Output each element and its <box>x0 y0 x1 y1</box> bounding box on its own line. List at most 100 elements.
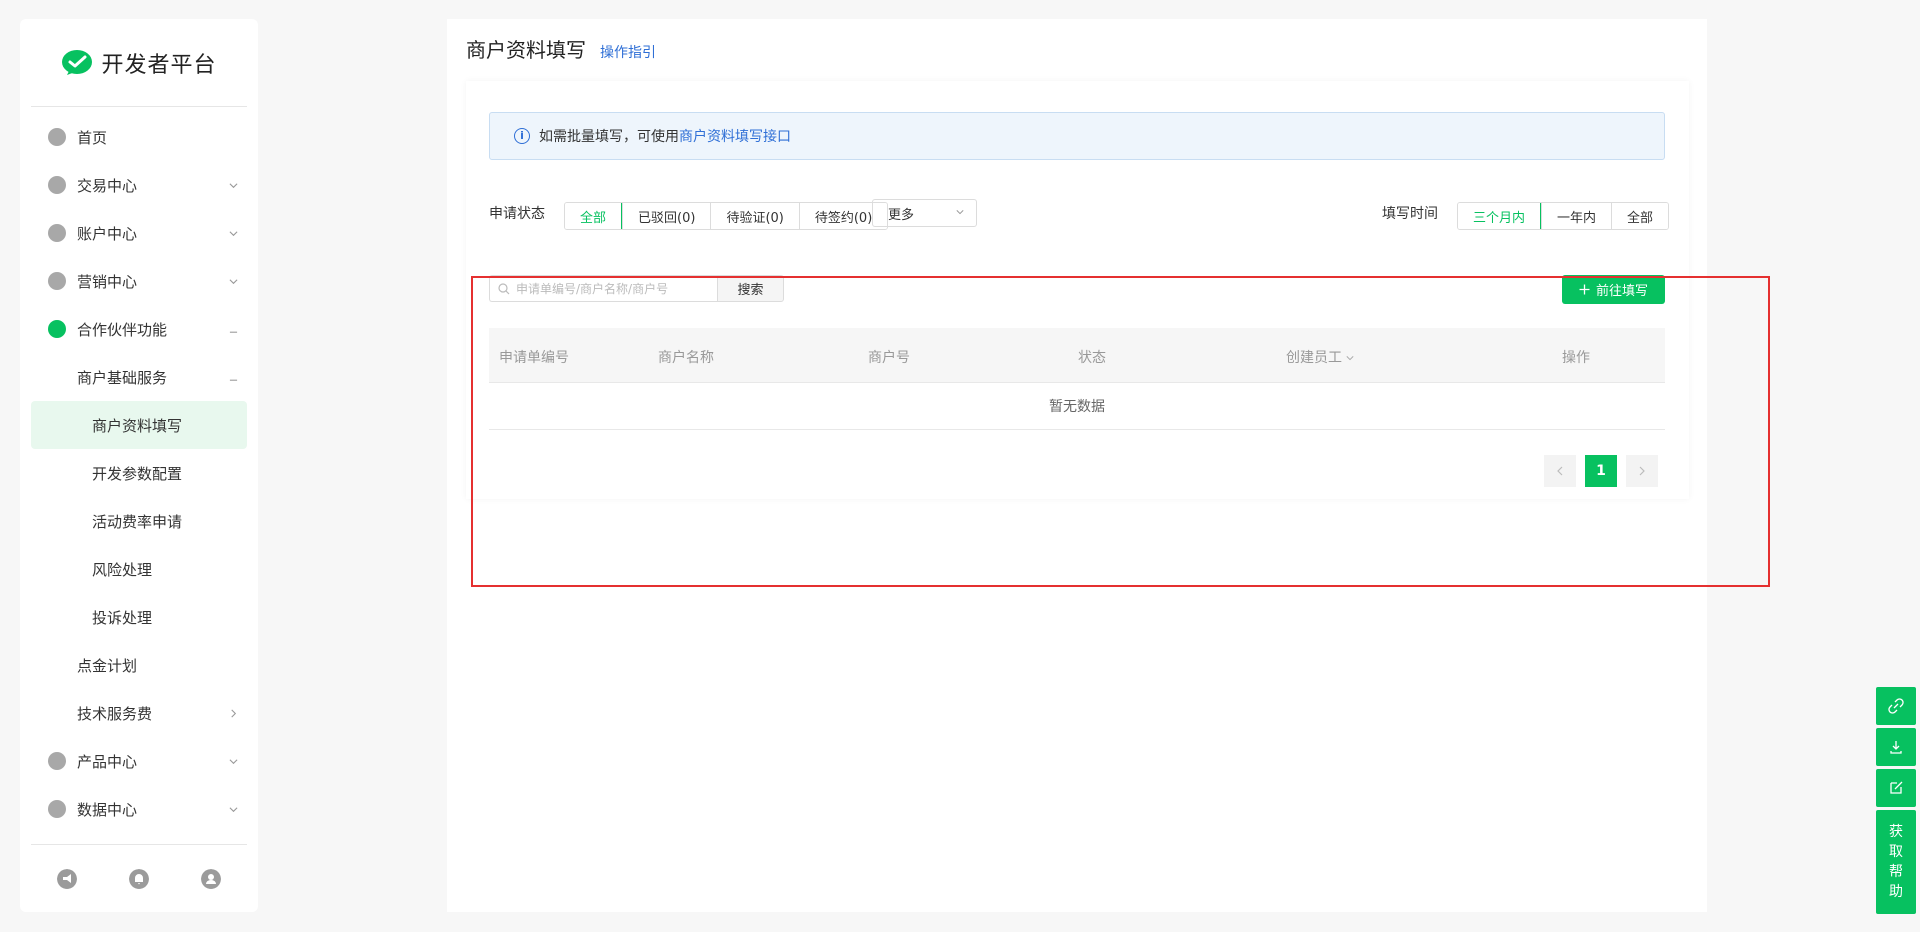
sidebar-item-label: 投诉处理 <box>92 608 153 627</box>
sidebar-item-trade-center[interactable]: 交易中心 <box>20 161 258 209</box>
more-select-label: 更多 <box>888 207 915 223</box>
empty-state: 暂无数据 <box>489 383 1665 430</box>
sidebar-item-merchant-basic-services[interactable]: 商户基础服务 <box>20 353 258 401</box>
collapse-icon <box>229 379 238 381</box>
floating-toolbar: 获 取 帮 助 <box>1876 687 1916 914</box>
partner-icon <box>48 320 66 338</box>
sidebar-item-marketing-center[interactable]: 营销中心 <box>20 257 258 305</box>
column-header: 商户名称 <box>658 350 714 366</box>
sidebar-item-label: 产品中心 <box>77 752 138 771</box>
sidebar-footer <box>31 844 247 912</box>
sidebar-item-label: 活动费率申请 <box>92 512 183 531</box>
help-char: 取 <box>1889 844 1903 860</box>
sidebar-item-dev-params[interactable]: 开发参数配置 <box>20 449 258 497</box>
column-header-label: 创建员工 <box>1286 350 1342 366</box>
sidebar-item-complaint-handling[interactable]: 投诉处理 <box>20 593 258 641</box>
sidebar-item-label: 商户基础服务 <box>77 368 168 387</box>
brand[interactable]: 开发者平台 <box>31 19 247 107</box>
prev-page-button[interactable] <box>1544 455 1576 487</box>
sidebar-item-label: 合作伙伴功能 <box>77 320 168 339</box>
column-header: 商户号 <box>868 350 910 366</box>
main-content: 商户资料填写 操作指引 i 如需批量填写，可使用 商户资料填写接口 申请状态 全… <box>447 19 1707 912</box>
link-button[interactable] <box>1876 687 1916 725</box>
help-char: 助 <box>1889 884 1903 900</box>
column-header: 申请单编号 <box>499 350 569 366</box>
megaphone-icon[interactable] <box>57 868 77 889</box>
sidebar-item-product-center[interactable]: 产品中心 <box>20 737 258 785</box>
search-icon <box>498 282 510 294</box>
sidebar-item-label: 开发参数配置 <box>92 464 183 483</box>
time-filter-three-months[interactable]: 三个月内 <box>1458 203 1542 229</box>
sidebar-item-tech-service-fee[interactable]: 技术服务费 <box>20 689 258 737</box>
help-char: 帮 <box>1889 864 1903 880</box>
sidebar-item-activity-rate[interactable]: 活动费率申请 <box>20 497 258 545</box>
time-filter-one-year[interactable]: 一年内 <box>1541 203 1612 229</box>
sidebar-item-gold-plan[interactable]: 点金计划 <box>20 641 258 689</box>
more-status-select[interactable]: 更多 <box>872 199 977 227</box>
sidebar-item-account-center[interactable]: 账户中心 <box>20 209 258 257</box>
edit-button[interactable] <box>1876 769 1916 807</box>
chevron-down-icon <box>229 278 238 284</box>
chevron-down-icon <box>1346 356 1354 361</box>
page-button-current[interactable]: 1 <box>1585 455 1617 487</box>
account-icon <box>48 224 66 242</box>
edit-icon <box>1890 781 1903 794</box>
status-filter-pending-verify[interactable]: 待验证(0) <box>710 203 799 229</box>
status-filter-label: 申请状态 <box>489 206 545 222</box>
sidebar-nav: 首页 交易中心 账户中心 营销中心 合作伙伴功能 商户基础服务 商户资料填写 开… <box>20 107 258 833</box>
sidebar-item-merchant-info-fill[interactable]: 商户资料填写 <box>31 401 247 449</box>
user-icon[interactable] <box>201 868 221 889</box>
sidebar-item-label: 风险处理 <box>92 560 153 579</box>
page-title: 商户资料填写 <box>466 38 586 62</box>
collapse-icon <box>229 331 238 333</box>
status-filter-all[interactable]: 全部 <box>565 203 623 229</box>
table-header: 申请单编号 商户名称 商户号 状态 创建员工 操作 <box>489 328 1665 383</box>
home-icon <box>48 128 66 146</box>
sidebar-item-label: 技术服务费 <box>77 704 153 723</box>
brand-name: 开发者平台 <box>101 52 217 78</box>
batch-notice: i 如需批量填写，可使用 商户资料填写接口 <box>489 112 1665 160</box>
chevron-down-icon <box>229 230 238 236</box>
sidebar-item-data-center[interactable]: 数据中心 <box>20 785 258 833</box>
plus-icon <box>1579 284 1590 295</box>
go-fill-button[interactable]: 前往填写 <box>1562 275 1665 304</box>
search-input[interactable] <box>516 281 716 296</box>
download-button[interactable] <box>1876 728 1916 766</box>
operation-guide-link[interactable]: 操作指引 <box>600 42 656 62</box>
chevron-down-icon <box>956 210 964 215</box>
search-field <box>489 275 717 302</box>
info-icon: i <box>514 128 530 144</box>
trade-icon <box>48 176 66 194</box>
search-button[interactable]: 搜索 <box>717 275 784 302</box>
product-icon <box>48 752 66 770</box>
column-header: 状态 <box>1078 350 1106 366</box>
chevron-right-icon <box>231 709 237 717</box>
sidebar-item-label: 商户资料填写 <box>92 416 183 435</box>
sidebar-item-label: 点金计划 <box>77 656 138 675</box>
sidebar-item-label: 数据中心 <box>77 800 138 819</box>
notice-api-link[interactable]: 商户资料填写接口 <box>679 126 791 146</box>
marketing-icon <box>48 272 66 290</box>
sidebar-item-risk-handling[interactable]: 风险处理 <box>20 545 258 593</box>
sidebar-item-label: 交易中心 <box>77 176 138 195</box>
chevron-down-icon <box>229 806 238 812</box>
pagination: 1 <box>1544 455 1658 487</box>
sidebar-item-partner-functions[interactable]: 合作伙伴功能 <box>20 305 258 353</box>
get-help-button[interactable]: 获 取 帮 助 <box>1876 810 1916 914</box>
column-header-creator[interactable]: 创建员工 <box>1286 347 1354 367</box>
chevron-right-icon <box>1639 466 1645 476</box>
link-icon <box>1888 698 1904 714</box>
status-filter-rejected[interactable]: 已驳回(0) <box>622 203 711 229</box>
time-filter-label: 填写时间 <box>1382 206 1438 222</box>
page-header: 商户资料填写 操作指引 <box>466 34 656 63</box>
chevron-down-icon <box>229 182 238 188</box>
status-filter-group: 全部 已驳回(0) 待验证(0) 待签约(0) <box>564 202 889 230</box>
sidebar-item-label: 首页 <box>77 128 108 147</box>
time-filter-all[interactable]: 全部 <box>1611 203 1669 229</box>
bell-icon[interactable] <box>129 868 149 889</box>
next-page-button[interactable] <box>1626 455 1658 487</box>
chevron-left-icon <box>1557 466 1563 476</box>
sidebar-item-home[interactable]: 首页 <box>20 113 258 161</box>
time-filter-group: 三个月内 一年内 全部 <box>1457 202 1670 230</box>
column-header: 操作 <box>1562 350 1590 366</box>
